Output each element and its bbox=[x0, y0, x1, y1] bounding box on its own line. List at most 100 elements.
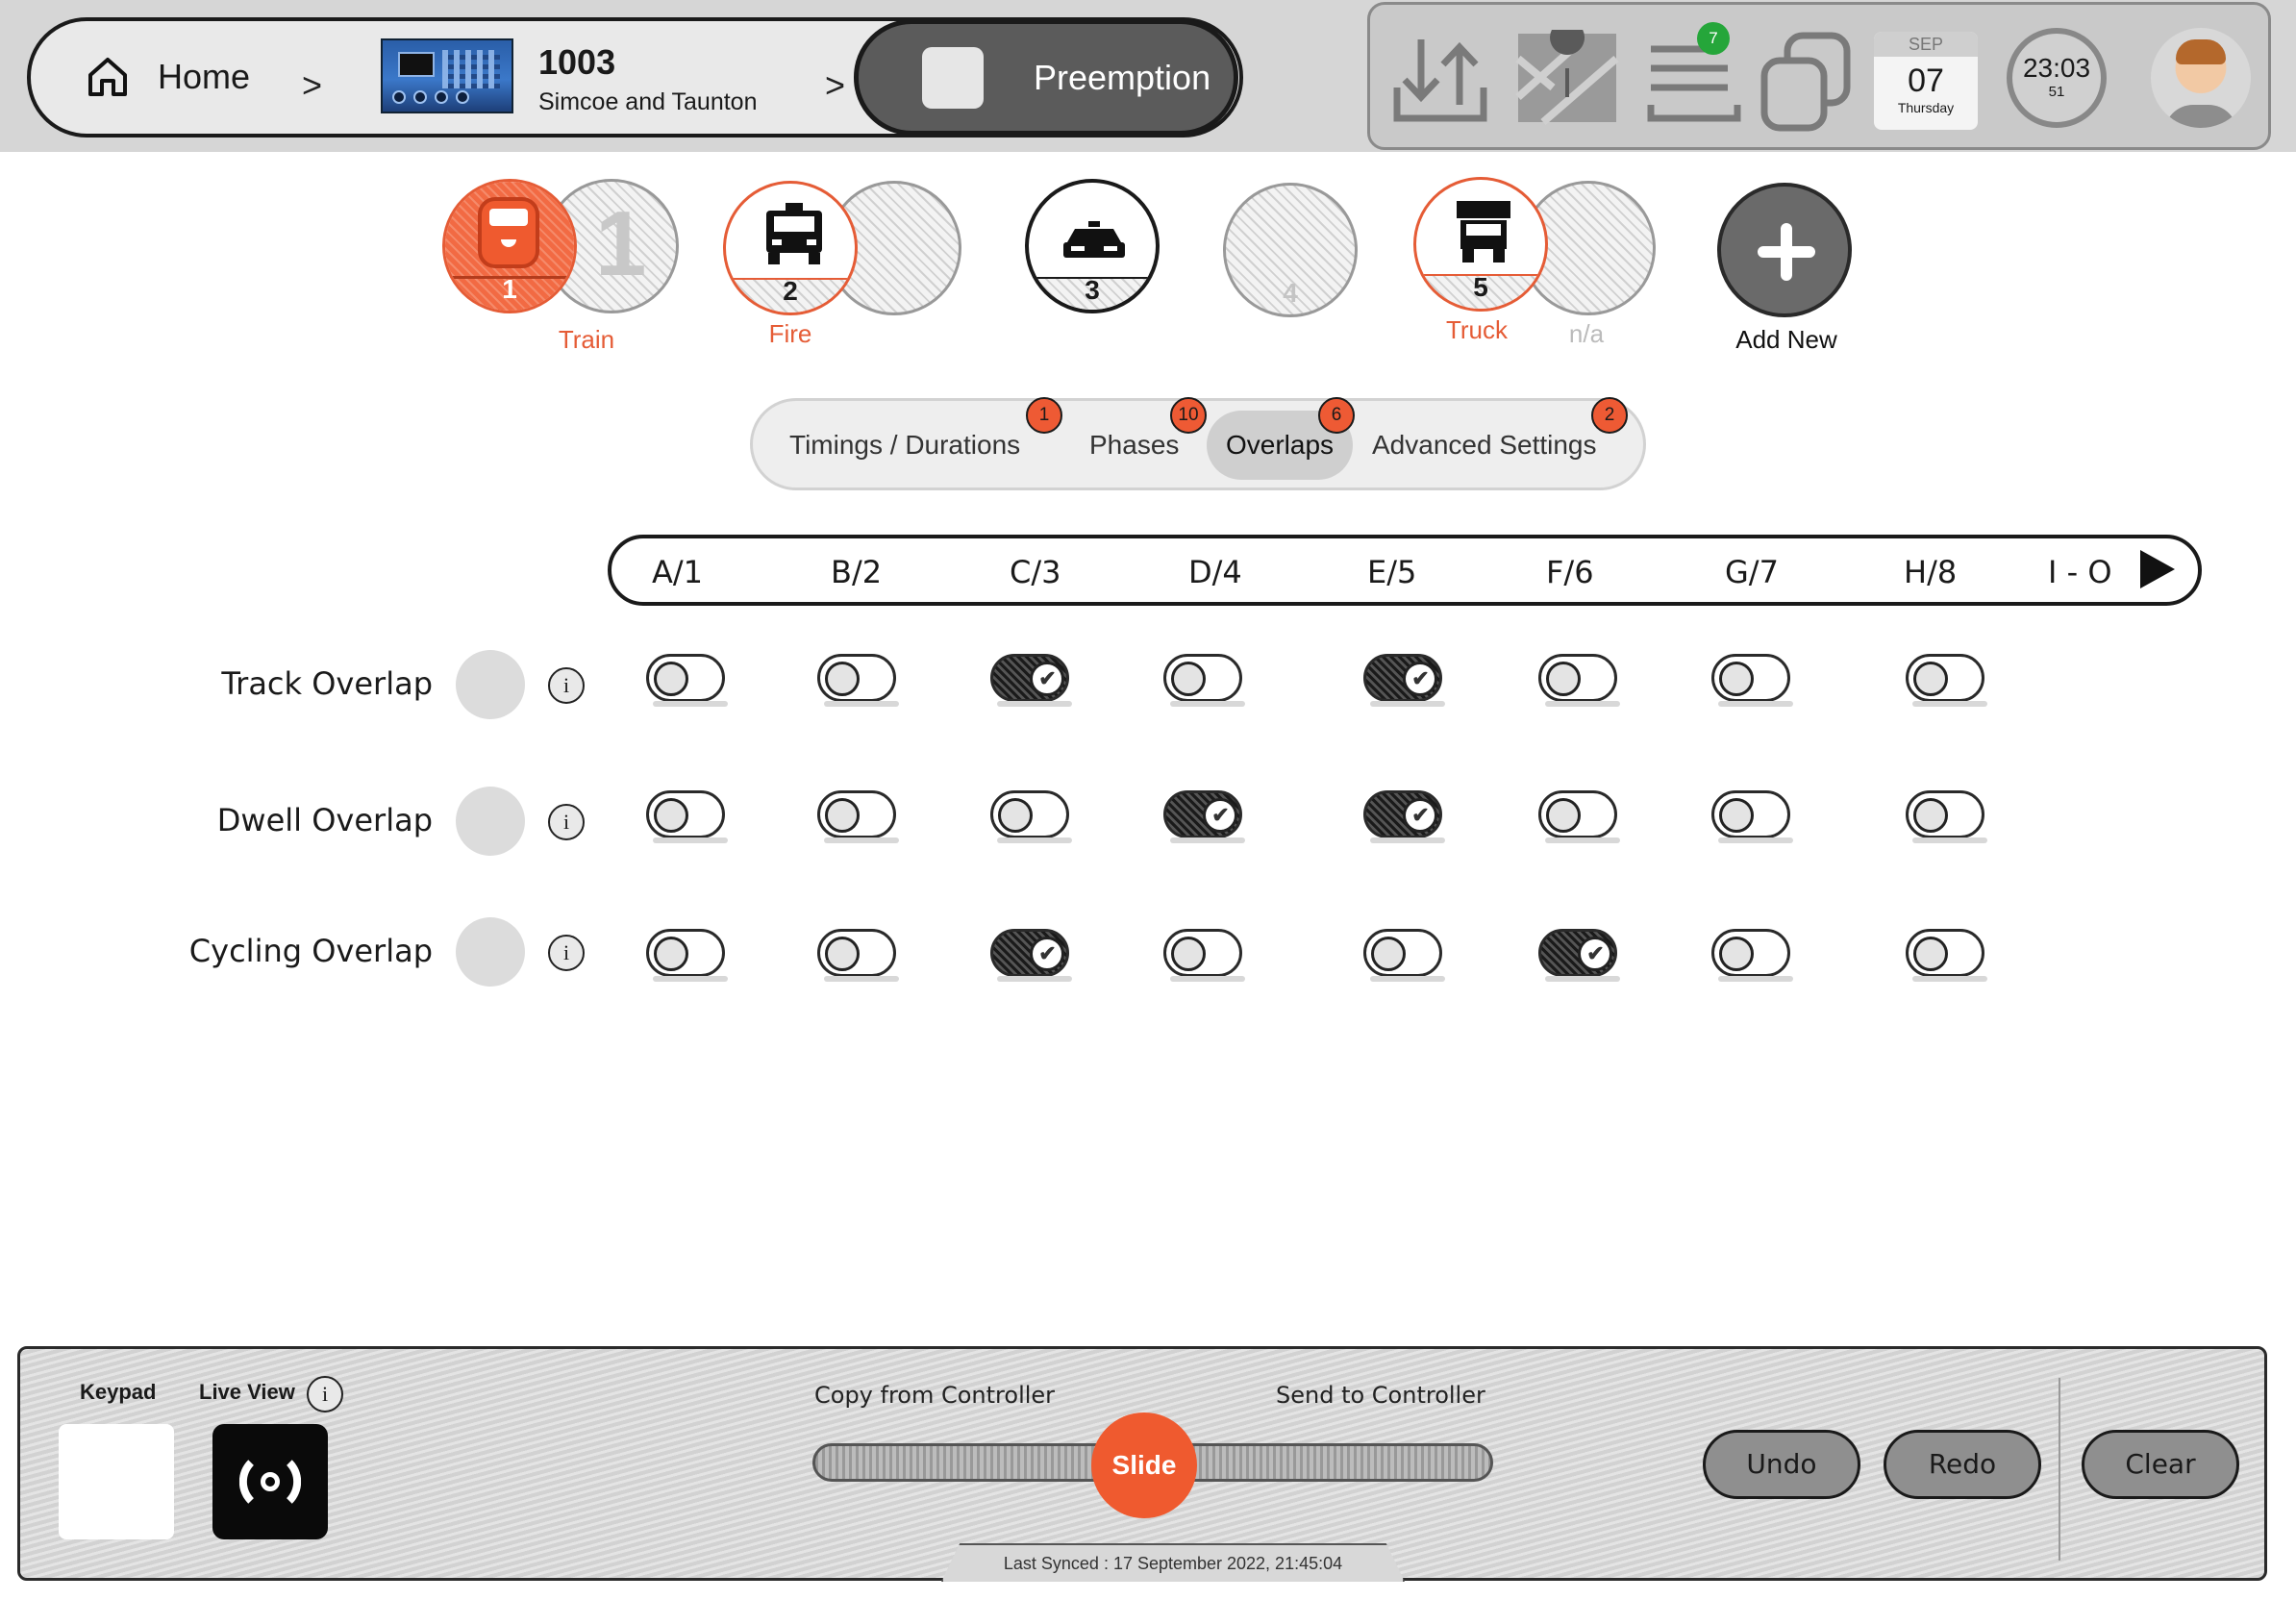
breadcrumb: Home > 1003 Simcoe and Taunton > Preempt… bbox=[27, 17, 1243, 138]
track-overlap-toggle[interactable] bbox=[1711, 654, 1793, 707]
cycling-overlap-toggle[interactable]: ✔ bbox=[1538, 929, 1620, 982]
preemption-3[interactable]: 3 bbox=[1025, 179, 1160, 313]
track-overlap-indicator bbox=[456, 650, 525, 719]
track-overlap-toggle[interactable]: ✔ bbox=[1363, 654, 1445, 707]
toggle-knob bbox=[1913, 798, 1948, 833]
dwell-overlap-toggle[interactable]: ✔ bbox=[1363, 790, 1445, 843]
clear-button[interactable]: Clear bbox=[2082, 1430, 2239, 1499]
keypad-button[interactable] bbox=[59, 1424, 174, 1539]
cycling-overlap-toggle[interactable] bbox=[1363, 929, 1445, 982]
phase-f6: F/6 bbox=[1546, 554, 1594, 590]
clock-icon[interactable]: 23:03 51 bbox=[2007, 28, 2107, 128]
calendar-icon[interactable]: SEP 07 Thursday bbox=[1874, 32, 1978, 130]
phase-h8: H/8 bbox=[1904, 554, 1958, 590]
cycling-overlap-toggle[interactable]: ✔ bbox=[990, 929, 1072, 982]
copy-icon[interactable] bbox=[1759, 30, 1855, 136]
toggle-knob bbox=[1546, 662, 1581, 696]
date-day: 07 bbox=[1908, 62, 1944, 99]
preemption-4[interactable]: 4 bbox=[1223, 183, 1358, 317]
toggle-knob bbox=[1371, 937, 1406, 971]
clock-time: 23:03 bbox=[2022, 53, 2091, 83]
cycling-overlap-toggle[interactable] bbox=[1906, 929, 1987, 982]
map-icon[interactable] bbox=[1514, 30, 1620, 126]
toggle-knob bbox=[825, 662, 860, 696]
train-icon bbox=[478, 197, 539, 268]
tab-advanced-settings[interactable]: Advanced Settings bbox=[1372, 430, 1597, 461]
check-icon: ✔ bbox=[1030, 937, 1064, 971]
toggle-knob bbox=[825, 798, 860, 833]
track-overlap-toggle[interactable] bbox=[1163, 654, 1245, 707]
cycling-overlap-toggle[interactable] bbox=[646, 929, 728, 982]
track-overlap-toggle[interactable] bbox=[817, 654, 899, 707]
info-icon[interactable]: i bbox=[548, 667, 585, 704]
chevron-right-icon: > bbox=[302, 65, 323, 105]
dwell-overlap-toggle[interactable]: ✔ bbox=[1163, 790, 1245, 843]
tab-timings-badge: 1 bbox=[1026, 397, 1062, 434]
check-icon: ✔ bbox=[1403, 662, 1437, 696]
cycling-overlap-toggle[interactable] bbox=[817, 929, 899, 982]
cycling-overlap-toggle[interactable] bbox=[1711, 929, 1793, 982]
divider bbox=[2059, 1378, 2060, 1561]
sync-slider-knob[interactable]: Slide bbox=[1091, 1412, 1197, 1518]
tab-timings-durations[interactable]: Timings / Durations bbox=[789, 430, 1020, 461]
tab-bar: Timings / Durations Phases Overlaps Adva… bbox=[750, 397, 1646, 490]
dwell-overlap-toggle[interactable] bbox=[1711, 790, 1793, 843]
home-crumb[interactable]: Home bbox=[85, 54, 250, 100]
track-overlap-label: Track Overlap bbox=[221, 665, 433, 702]
home-icon bbox=[88, 58, 127, 96]
avatar[interactable] bbox=[2151, 28, 2251, 128]
check-icon: ✔ bbox=[1203, 798, 1237, 833]
track-overlap-toggle[interactable] bbox=[1538, 654, 1620, 707]
top-bar: Home > 1003 Simcoe and Taunton > Preempt… bbox=[0, 0, 2296, 152]
track-overlap-toggle[interactable] bbox=[1906, 654, 1987, 707]
track-overlap-toggle[interactable] bbox=[646, 654, 728, 707]
device-id[interactable]: 1003 bbox=[538, 42, 615, 83]
copy-from-controller-label: Copy from Controller bbox=[814, 1382, 1056, 1409]
undo-button[interactable]: Undo bbox=[1703, 1430, 1860, 1499]
preemption-1-train[interactable]: 1 bbox=[442, 179, 577, 313]
phase-a1: A/1 bbox=[652, 554, 704, 590]
tab-phases[interactable]: Phases bbox=[1089, 430, 1179, 461]
phase-d4: D/4 bbox=[1188, 554, 1242, 590]
toggle-knob bbox=[825, 937, 860, 971]
preemption-5-secondary-label: n/a bbox=[1568, 319, 1605, 348]
list-icon[interactable] bbox=[1641, 30, 1747, 126]
date-weekday: Thursday bbox=[1897, 100, 1955, 115]
dwell-overlap-toggle[interactable] bbox=[646, 790, 728, 843]
device-image[interactable] bbox=[381, 38, 513, 113]
cycling-overlap-toggle[interactable] bbox=[1163, 929, 1245, 982]
dwell-overlap-label: Dwell Overlap bbox=[216, 802, 433, 838]
preemption-2-fire[interactable]: 2 bbox=[723, 181, 858, 315]
phase-c3: C/3 bbox=[1010, 554, 1061, 590]
phase-g7: G/7 bbox=[1725, 554, 1779, 590]
redo-button[interactable]: Redo bbox=[1884, 1430, 2041, 1499]
toggle-knob bbox=[654, 662, 688, 696]
track-overlap-toggle[interactable]: ✔ bbox=[990, 654, 1072, 707]
tab-overlaps[interactable]: Overlaps bbox=[1226, 430, 1334, 461]
play-arrow-icon[interactable] bbox=[2140, 550, 2175, 588]
check-icon: ✔ bbox=[1578, 937, 1612, 971]
dwell-overlap-toggle[interactable] bbox=[817, 790, 899, 843]
dwell-overlap-toggle[interactable] bbox=[990, 790, 1072, 843]
add-new-button[interactable] bbox=[1717, 183, 1852, 317]
phase-next-group[interactable]: I - O bbox=[2048, 554, 2112, 590]
truck-icon bbox=[1457, 201, 1510, 262]
dwell-overlap-toggle[interactable] bbox=[1906, 790, 1987, 843]
preemption-5-truck[interactable]: 5 bbox=[1413, 177, 1548, 312]
info-icon[interactable]: i bbox=[548, 935, 585, 971]
info-icon[interactable]: i bbox=[307, 1376, 343, 1412]
download-upload-icon[interactable] bbox=[1387, 30, 1493, 126]
toggle-knob bbox=[1913, 662, 1948, 696]
date-month: SEP bbox=[1874, 32, 1978, 57]
preemption-crumb[interactable]: Preemption bbox=[854, 19, 1238, 136]
dwell-overlap-indicator bbox=[456, 787, 525, 856]
toggle-knob bbox=[654, 798, 688, 833]
phase-b2: B/2 bbox=[831, 554, 883, 590]
dwell-overlap-toggle[interactable] bbox=[1538, 790, 1620, 843]
preemption-1-label: Train bbox=[558, 325, 615, 354]
toggle-knob bbox=[1546, 798, 1581, 833]
info-icon[interactable]: i bbox=[548, 804, 585, 840]
add-new-label: Add New bbox=[1735, 325, 1837, 354]
live-view-button[interactable] bbox=[212, 1424, 328, 1539]
tab-phases-badge: 10 bbox=[1170, 397, 1207, 434]
